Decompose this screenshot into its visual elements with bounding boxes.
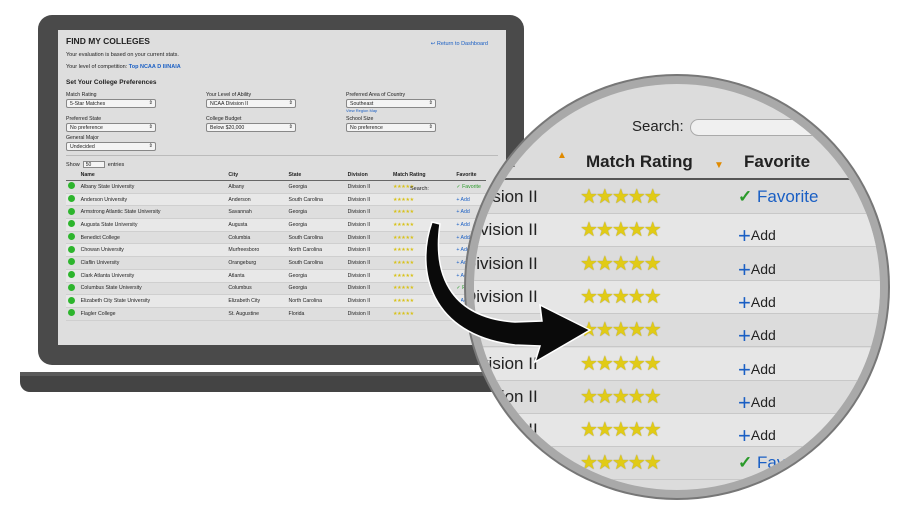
pointer-arrow [425,221,592,364]
arrow-icon [425,221,592,364]
